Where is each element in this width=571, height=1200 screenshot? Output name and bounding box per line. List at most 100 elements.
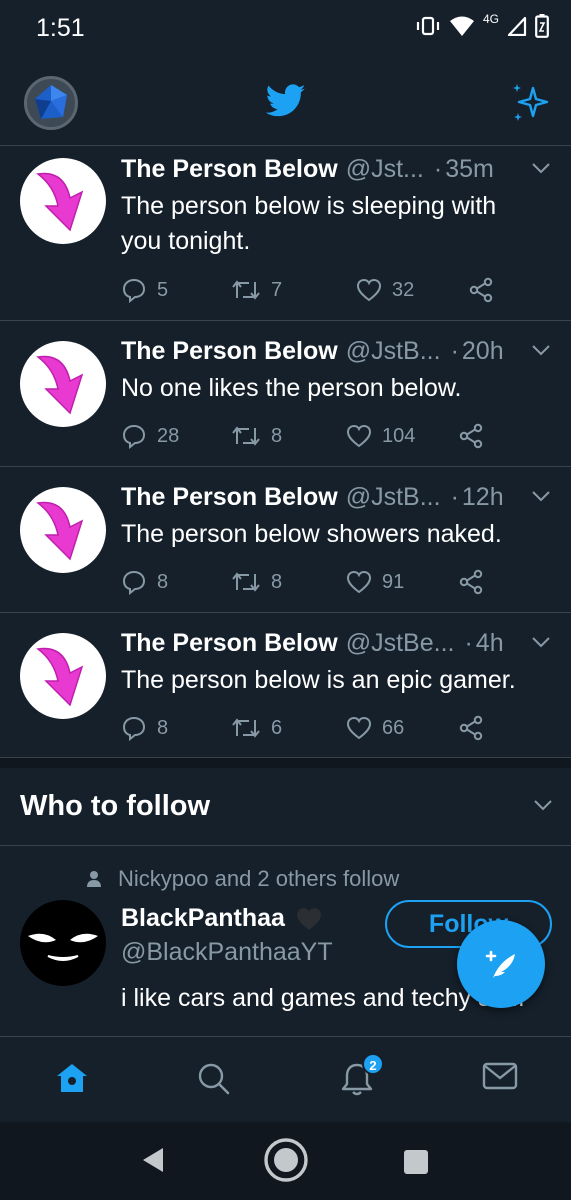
share-icon <box>459 569 483 595</box>
tweet[interactable]: The Person Below @JstB... · 20h No one l… <box>0 321 571 467</box>
reply-icon <box>122 278 146 303</box>
chevron-down-icon[interactable] <box>531 635 551 649</box>
suggested-user-name[interactable]: BlackPanthaa <box>121 904 285 933</box>
tweet-timestamp: 35m <box>445 155 494 183</box>
like-count: 104 <box>382 424 416 447</box>
chevron-down-icon[interactable] <box>531 161 551 175</box>
section-divider <box>0 758 571 768</box>
masked-face-avatar-image <box>28 933 98 961</box>
tweet-text: The person below showers naked. <box>121 520 502 548</box>
tab-messages[interactable] <box>482 1061 518 1096</box>
tweet-avatar[interactable] <box>20 158 106 244</box>
profile-avatar-button[interactable] <box>24 76 78 130</box>
heart-icon <box>356 278 382 302</box>
like-button[interactable]: 66 <box>346 716 458 740</box>
retweet-icon <box>232 426 260 446</box>
suggested-user-name-row: BlackPanthaa <box>121 904 323 933</box>
tweet[interactable]: The Person Below @JstB... · 12h The pers… <box>0 467 571 613</box>
share-button[interactable] <box>458 715 484 741</box>
retweet-button[interactable]: 8 <box>231 570 346 594</box>
heart-icon <box>346 570 372 594</box>
tweet-avatar[interactable] <box>20 341 106 427</box>
home-button-icon[interactable] <box>262 1136 310 1184</box>
tweet-actions: 8 6 66 <box>121 713 484 743</box>
who-to-follow-title: Who to follow <box>20 790 211 822</box>
retweet-icon <box>232 280 260 300</box>
tweet-author-name[interactable]: The Person Below <box>121 629 338 658</box>
cell-signal-icon <box>507 16 527 36</box>
vibrate-icon <box>416 16 440 36</box>
app-header <box>0 60 571 146</box>
social-context: Nickypoo and 2 others follow <box>86 866 399 892</box>
messages-icon <box>482 1062 518 1090</box>
tweet-separator: · <box>464 629 473 657</box>
heart-icon <box>346 716 372 740</box>
share-button[interactable] <box>468 277 494 303</box>
reply-count: 8 <box>157 570 169 593</box>
timeline-feed[interactable]: The Person Below @Jst... · 35m The perso… <box>0 147 571 758</box>
reply-button[interactable]: 5 <box>121 277 231 303</box>
status-time: 1:51 <box>36 14 85 42</box>
tweet-body: The Person Below @JstBe... · 4h The pers… <box>121 629 551 698</box>
reply-button[interactable]: 28 <box>121 423 231 449</box>
tweet-separator: · <box>450 337 459 365</box>
tweet-body: The Person Below @JstB... · 12h The pers… <box>121 483 551 552</box>
sparkle-icon[interactable] <box>511 82 551 122</box>
heart-icon <box>346 424 372 448</box>
reply-button[interactable]: 8 <box>121 715 231 741</box>
tweet[interactable]: The Person Below @JstBe... · 4h The pers… <box>0 613 571 758</box>
share-button[interactable] <box>458 569 484 595</box>
search-icon <box>198 1063 230 1095</box>
tab-notifications[interactable]: 2 <box>340 1053 384 1102</box>
wifi-icon <box>449 16 474 36</box>
suggested-user-handle: @BlackPanthaaYT <box>121 938 333 966</box>
tweet[interactable]: The Person Below @Jst... · 35m The perso… <box>0 147 571 321</box>
tweet-author-name[interactable]: The Person Below <box>121 337 338 366</box>
retweet-count: 8 <box>271 424 283 447</box>
system-navigation-bar <box>0 1122 571 1200</box>
reply-button[interactable]: 8 <box>121 569 231 595</box>
tweet-author-handle: @JstB... <box>345 337 441 365</box>
tweet-avatar[interactable] <box>20 633 106 719</box>
tweet-header: The Person Below @JstB... · 20h <box>121 337 551 371</box>
retweet-button[interactable]: 6 <box>231 716 346 740</box>
tweet-author-name[interactable]: The Person Below <box>121 483 338 512</box>
reply-icon <box>122 570 146 595</box>
chevron-down-icon[interactable] <box>531 343 551 357</box>
tweet-header: The Person Below @JstB... · 12h <box>121 483 551 517</box>
tweet-separator: · <box>450 483 459 511</box>
compose-feather-icon <box>485 950 515 978</box>
share-button[interactable] <box>458 423 484 449</box>
retweet-button[interactable]: 8 <box>231 424 346 448</box>
tweet-text: No one likes the person below. <box>121 374 462 402</box>
tweet-author-handle: @JstBe... <box>345 629 455 657</box>
pink-arrow-avatar-image <box>36 172 84 232</box>
share-icon <box>459 423 483 449</box>
tab-home[interactable] <box>54 1061 90 1100</box>
retweet-count: 7 <box>271 278 283 301</box>
tweet-text: The person below is sleeping with you to… <box>121 192 497 255</box>
recents-icon[interactable] <box>402 1148 430 1176</box>
back-icon[interactable] <box>138 1140 168 1180</box>
like-button[interactable]: 32 <box>356 278 468 302</box>
social-context-text: Nickypoo and 2 others follow <box>118 866 400 891</box>
tweet-body: The Person Below @Jst... · 35m The perso… <box>121 155 551 259</box>
who-to-follow-header[interactable]: Who to follow <box>0 768 571 846</box>
tweet-author-name[interactable]: The Person Below <box>121 155 338 184</box>
retweet-icon <box>232 572 260 592</box>
home-icon <box>57 1064 87 1092</box>
tweet-body: The Person Below @JstB... · 20h No one l… <box>121 337 551 406</box>
tweet-author-handle: @JstB... <box>345 483 441 511</box>
suggested-user-avatar[interactable] <box>20 900 106 986</box>
retweet-button[interactable]: 7 <box>231 278 356 302</box>
tweet-avatar[interactable] <box>20 487 106 573</box>
like-button[interactable]: 91 <box>346 570 458 594</box>
status-bar: 1:51 4G <box>0 0 571 60</box>
like-button[interactable]: 104 <box>346 424 458 448</box>
chevron-down-icon[interactable] <box>531 489 551 503</box>
like-count: 91 <box>382 570 405 593</box>
compose-tweet-button[interactable] <box>457 920 545 1008</box>
tab-search[interactable] <box>196 1061 232 1102</box>
chevron-down-icon[interactable] <box>533 798 553 812</box>
bottom-tab-bar: 2 <box>0 1036 571 1122</box>
